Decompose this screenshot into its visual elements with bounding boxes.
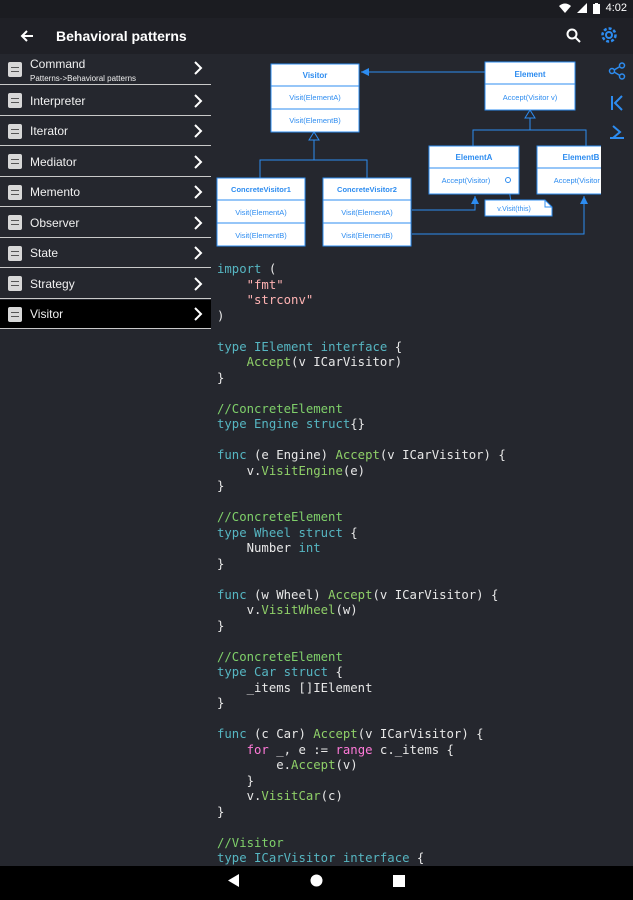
search-button[interactable]: [566, 28, 581, 48]
uml-method: Visit(ElementA): [235, 208, 287, 217]
sidebar-item-interpreter[interactable]: Interpreter: [0, 87, 211, 116]
status-bar: 4:02: [0, 0, 633, 18]
page-title: Behavioral patterns: [56, 28, 187, 44]
share-button[interactable]: [608, 62, 626, 85]
document-icon: [8, 245, 22, 261]
uml-method: Accept(Visitor v): [503, 93, 558, 102]
document-icon: [8, 154, 22, 169]
scroll-bottom-button[interactable]: [608, 124, 626, 147]
nav-back-button[interactable]: [228, 874, 240, 892]
scroll-top-button[interactable]: [608, 94, 626, 117]
share-icon: [608, 62, 626, 80]
sidebar-item-text: Command Patterns->Behavioral patterns: [30, 55, 136, 83]
wifi-icon: [558, 3, 571, 13]
app-bar: Behavioral patterns: [0, 18, 633, 54]
battery-icon: [592, 2, 600, 14]
sidebar-item-state[interactable]: State: [0, 239, 211, 268]
side-toolbar: [601, 54, 633, 866]
uml-class-name: ConcreteVisitor2: [337, 185, 397, 194]
status-time: 4:02: [605, 2, 627, 14]
uml-method: Accept(Visitor v): [554, 176, 601, 185]
gear-icon: [601, 27, 617, 43]
sidebar-item-label: Observer: [30, 215, 80, 230]
uml-class-visitor: Visitor Visit(ElementA) Visit(ElementB): [270, 63, 360, 133]
document-icon: [8, 184, 22, 200]
uml-diagram: Visitor Visit(ElementA) Visit(ElementB) …: [216, 61, 601, 247]
document-icon: [8, 61, 22, 77]
uml-class-name: Element: [514, 70, 545, 79]
sidebar-item-label: Visitor: [30, 307, 64, 321]
skip-down-icon: [610, 125, 624, 139]
chevron-right-icon: [194, 61, 203, 75]
uml-class-name: ConcreteVisitor1: [231, 185, 291, 194]
uml-method: Visit(ElementB): [341, 231, 393, 240]
signal-icon: [576, 3, 587, 13]
sidebar-item-iterator[interactable]: Iterator: [0, 117, 211, 146]
document-icon: [8, 93, 22, 108]
sidebar-item-observer[interactable]: Observer: [0, 209, 211, 238]
document-icon: [8, 215, 22, 230]
chevron-right-icon: [194, 215, 203, 230]
uml-method: Visit(ElementA): [289, 93, 341, 102]
settings-button[interactable]: [599, 25, 619, 50]
back-button[interactable]: [12, 29, 42, 43]
sidebar-item-label: State: [30, 246, 59, 260]
sidebar-item-mediator[interactable]: Mediator: [0, 148, 211, 177]
uml-class-name: Visitor: [303, 71, 328, 80]
uml-class-element: Element Accept(Visitor v): [484, 61, 576, 111]
sidebar-item-subtitle: Patterns->Behavioral patterns: [30, 74, 137, 83]
uml-method: Visit(ElementB): [235, 231, 287, 240]
sidebar-item-strategy[interactable]: Strategy: [0, 270, 211, 299]
document-icon: [8, 276, 22, 291]
uml-class-element-b: ElementB Accept(Visitor v): [536, 145, 601, 195]
uml-method: Visit(ElementA): [341, 208, 393, 217]
sidebar-item-label: Memento: [30, 185, 81, 199]
triangle-back-icon: [228, 874, 239, 887]
document-icon: [8, 123, 22, 139]
sidebar-item-label: Iterator: [30, 124, 69, 138]
chevron-right-icon: [194, 124, 203, 138]
sidebar-item-label: Command: [30, 57, 86, 71]
chevron-right-icon: [194, 154, 203, 169]
uml-note: v.Visit(this): [484, 199, 553, 217]
uml-class-concrete-visitor1: ConcreteVisitor1 Visit(ElementA) Visit(E…: [216, 177, 306, 247]
sidebar-item-label: Interpreter: [30, 93, 86, 108]
circle-home-icon: [310, 874, 323, 887]
sidebar-item-label: Mediator: [30, 154, 77, 169]
chevron-right-icon: [194, 246, 203, 260]
uml-class-concrete-visitor2: ConcreteVisitor2 Visit(ElementA) Visit(E…: [322, 177, 412, 247]
uml-method: Accept(Visitor): [442, 176, 491, 185]
chevron-right-icon: [194, 185, 203, 199]
uml-class-name: ElementB: [563, 153, 600, 162]
sidebar-item-command[interactable]: Command Patterns->Behavioral patterns: [0, 54, 211, 85]
system-nav-bar: [0, 866, 633, 900]
sidebar: Command Patterns->Behavioral patterns In…: [0, 54, 211, 866]
sidebar-item-visitor[interactable]: Visitor: [0, 300, 211, 329]
uml-class-element-a: ElementA Accept(Visitor): [428, 145, 520, 195]
skip-up-icon: [611, 95, 623, 111]
chevron-right-icon: [194, 276, 203, 291]
uml-class-name: ElementA: [456, 153, 493, 162]
arrow-left-icon: [20, 30, 33, 42]
nav-recents-button[interactable]: [393, 874, 405, 892]
content-area: Visitor Visit(ElementA) Visit(ElementB) …: [211, 54, 601, 866]
code-block: import ( "fmt" "strconv") type IElement …: [217, 262, 506, 865]
document-icon: [8, 306, 22, 322]
sidebar-item-label: Strategy: [30, 276, 75, 291]
search-icon: [566, 28, 581, 43]
sidebar-item-memento[interactable]: Memento: [0, 178, 211, 207]
chevron-right-icon: [194, 307, 203, 321]
square-recents-icon: [393, 875, 405, 887]
uml-note-text: v.Visit(this): [497, 206, 531, 213]
uml-method: Visit(ElementB): [289, 116, 341, 125]
chevron-right-icon: [194, 93, 203, 108]
nav-home-button[interactable]: [310, 874, 323, 892]
